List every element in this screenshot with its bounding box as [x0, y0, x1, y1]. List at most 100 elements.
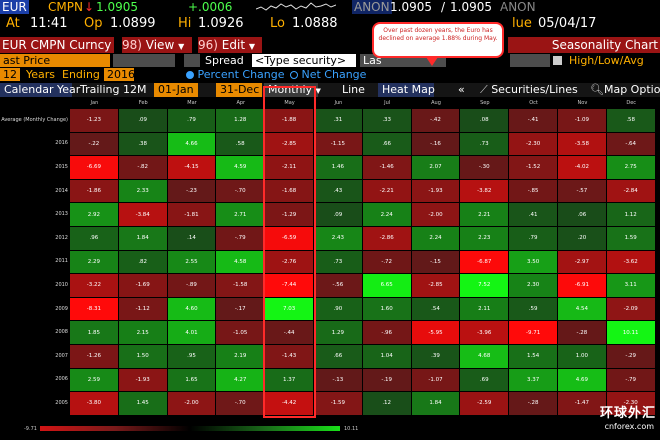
heat-map-cell[interactable]: 1.60: [362, 297, 412, 322]
heat-map-cell[interactable]: 1.50: [118, 345, 168, 369]
heat-map-cell[interactable]: -.57: [558, 179, 607, 204]
heat-map-cell[interactable]: -1.07: [411, 368, 461, 393]
heat-map-cell[interactable]: -9.71: [509, 321, 558, 345]
heat-map-cell[interactable]: -2.85: [411, 274, 461, 298]
ending-year-input[interactable]: 2016: [104, 68, 135, 81]
heat-map-cell[interactable]: .41: [509, 203, 558, 227]
heat-map-cell[interactable]: 2.11: [460, 297, 510, 322]
map-options-button[interactable]: 🔍︎Map Options: [586, 83, 660, 97]
heat-map-cell[interactable]: 2.21: [460, 203, 510, 227]
heat-map-cell[interactable]: -.19: [362, 368, 412, 393]
heat-map-cell[interactable]: -1.81: [167, 203, 217, 227]
heat-map-cell[interactable]: -1.59: [314, 392, 363, 416]
heat-map-cell[interactable]: .73: [460, 132, 510, 157]
heat-map-cell[interactable]: -.70: [216, 392, 266, 416]
heat-map-cell[interactable]: .33: [362, 109, 412, 133]
from-date-input[interactable]: 01-Jan: [154, 83, 198, 97]
heat-map-cell[interactable]: .73: [314, 250, 363, 275]
heat-map-cell[interactable]: -1.86: [70, 179, 119, 204]
heat-map-cell[interactable]: .43: [314, 179, 363, 204]
heat-map-cell[interactable]: .14: [167, 227, 217, 251]
heat-map-cell[interactable]: 2.59: [70, 368, 119, 393]
blank-field-2[interactable]: [510, 54, 550, 67]
heat-map-cell[interactable]: -.42: [411, 109, 461, 133]
heat-map-cell[interactable]: -.29: [606, 345, 656, 369]
heat-map-cell[interactable]: 6.65: [362, 274, 412, 298]
heat-map-cell[interactable]: 1.00: [558, 345, 607, 369]
heat-map-cell[interactable]: .20: [558, 227, 607, 251]
heat-map-cell[interactable]: -3.22: [70, 274, 119, 298]
spread-toggle[interactable]: [184, 54, 200, 67]
heat-map-cell[interactable]: -2.21: [362, 179, 412, 204]
heat-map-cell[interactable]: .59: [509, 297, 558, 322]
edit-menu[interactable]: 96) Edit ▼: [198, 37, 262, 53]
heat-map-cell[interactable]: 1.59: [606, 227, 656, 251]
heat-map-cell[interactable]: .06: [558, 203, 607, 227]
field-selector[interactable]: ast Price: [0, 54, 110, 67]
heat-map-cell[interactable]: 1.54: [509, 345, 558, 369]
heat-map-cell[interactable]: -1.26: [70, 345, 119, 369]
heat-map-cell[interactable]: .09: [118, 109, 168, 133]
heat-map-cell[interactable]: -.15: [411, 250, 461, 275]
heat-map-cell[interactable]: -6.87: [460, 250, 510, 275]
net-change-radio[interactable]: Net Change: [290, 68, 366, 81]
view-menu[interactable]: 98) View ▼: [122, 37, 192, 53]
heat-map-cell[interactable]: -3.80: [70, 392, 119, 416]
heat-map-cell[interactable]: -1.15: [314, 132, 363, 157]
heat-map-cell[interactable]: -2.97: [558, 250, 607, 275]
heat-map-cell[interactable]: 2.24: [411, 227, 461, 251]
heat-map-cell[interactable]: -3.58: [558, 132, 607, 157]
heat-map-cell[interactable]: .39: [411, 345, 461, 369]
heat-map-cell[interactable]: -1.12: [118, 297, 168, 322]
percent-change-radio[interactable]: Percent Change: [186, 68, 285, 81]
heat-map-cell[interactable]: 4.68: [460, 345, 510, 369]
heat-map-cell[interactable]: .79: [509, 227, 558, 251]
heat-map-cell[interactable]: 2.07: [411, 156, 461, 180]
heat-map-cell[interactable]: 1.46: [314, 156, 363, 180]
heat-map-cell[interactable]: 1.84: [411, 392, 461, 416]
heat-map-cell[interactable]: -.82: [118, 156, 168, 180]
heat-map-cell[interactable]: .66: [314, 345, 363, 369]
heat-map-cell[interactable]: .69: [460, 368, 510, 393]
heat-map-cell[interactable]: -2.09: [606, 297, 656, 322]
heat-map-cell[interactable]: 1.12: [606, 203, 656, 227]
heat-map-cell[interactable]: -.70: [216, 179, 266, 204]
heat-map-cell[interactable]: 1.84: [118, 227, 168, 251]
heat-map-cell[interactable]: 2.71: [216, 203, 266, 227]
heat-map-cell[interactable]: 4.66: [167, 132, 217, 157]
heat-map-cell[interactable]: .96: [70, 227, 119, 251]
to-date-input[interactable]: 31-Dec: [216, 83, 262, 97]
heat-map-cell[interactable]: -1.52: [509, 156, 558, 180]
tab-trailing-12m[interactable]: Trailing 12M: [76, 83, 150, 97]
heat-map-cell[interactable]: 2.30: [509, 274, 558, 298]
heat-map-cell[interactable]: -.56: [314, 274, 363, 298]
heat-map-cell[interactable]: 1.28: [216, 109, 266, 133]
tab-heat-map[interactable]: Heat Map: [378, 83, 435, 97]
heat-map-cell[interactable]: -3.84: [118, 203, 168, 227]
heat-map-cell[interactable]: .66: [362, 132, 412, 157]
heat-map-cell[interactable]: 4.27: [216, 368, 266, 393]
heat-map-cell[interactable]: 4.54: [558, 297, 607, 322]
heat-map-cell[interactable]: 3.37: [509, 368, 558, 393]
heat-map-cell[interactable]: -.16: [411, 132, 461, 157]
heat-map-cell[interactable]: -.96: [362, 321, 412, 345]
heat-map-cell[interactable]: -1.93: [411, 179, 461, 204]
heat-map-cell[interactable]: -.79: [216, 227, 266, 251]
heat-map-cell[interactable]: -.22: [70, 132, 119, 157]
heat-map-cell[interactable]: -.13: [314, 368, 363, 393]
heat-map-cell[interactable]: 2.92: [70, 203, 119, 227]
heat-map-cell[interactable]: -2.00: [411, 203, 461, 227]
heat-map-cell[interactable]: -.79: [606, 368, 656, 393]
heat-map-cell[interactable]: 1.45: [118, 392, 168, 416]
heat-map-cell[interactable]: -2.00: [167, 392, 217, 416]
heat-map-cell[interactable]: -.85: [509, 179, 558, 204]
heat-map-cell[interactable]: .82: [118, 250, 168, 275]
heat-map-cell[interactable]: 2.43: [314, 227, 363, 251]
heat-map-cell[interactable]: .79: [167, 109, 217, 133]
heat-map-cell[interactable]: 4.58: [216, 250, 266, 275]
heat-map-cell[interactable]: -1.58: [216, 274, 266, 298]
heat-map-cell[interactable]: .58: [606, 109, 656, 133]
heat-map-cell[interactable]: -8.31: [70, 297, 119, 322]
checkbox[interactable]: [553, 54, 565, 67]
blank-field[interactable]: [113, 54, 175, 67]
